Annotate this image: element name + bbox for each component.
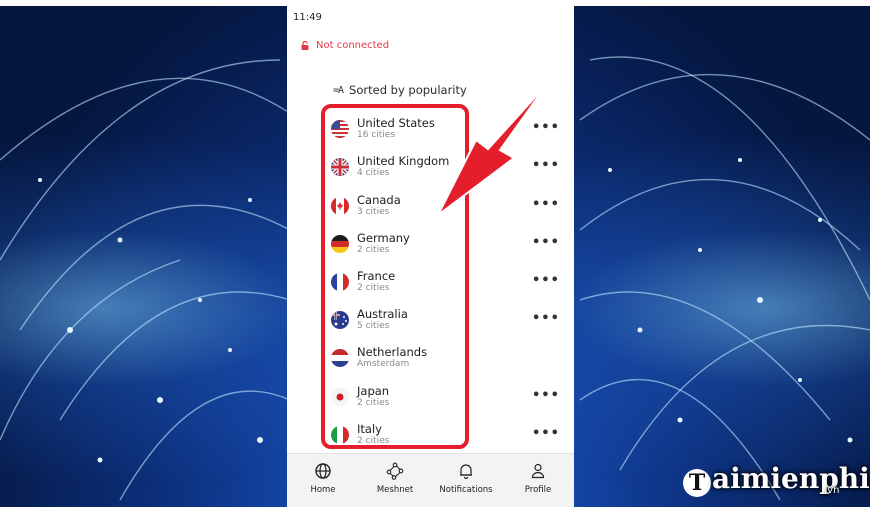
watermark-logo-letter: T bbox=[683, 469, 711, 497]
watermark-text: aimienphi bbox=[712, 462, 870, 495]
red-arrow-icon bbox=[437, 82, 549, 216]
watermark-domain: .vn bbox=[824, 485, 840, 496]
watermark-logo: Taimienphi .vn bbox=[683, 462, 870, 497]
